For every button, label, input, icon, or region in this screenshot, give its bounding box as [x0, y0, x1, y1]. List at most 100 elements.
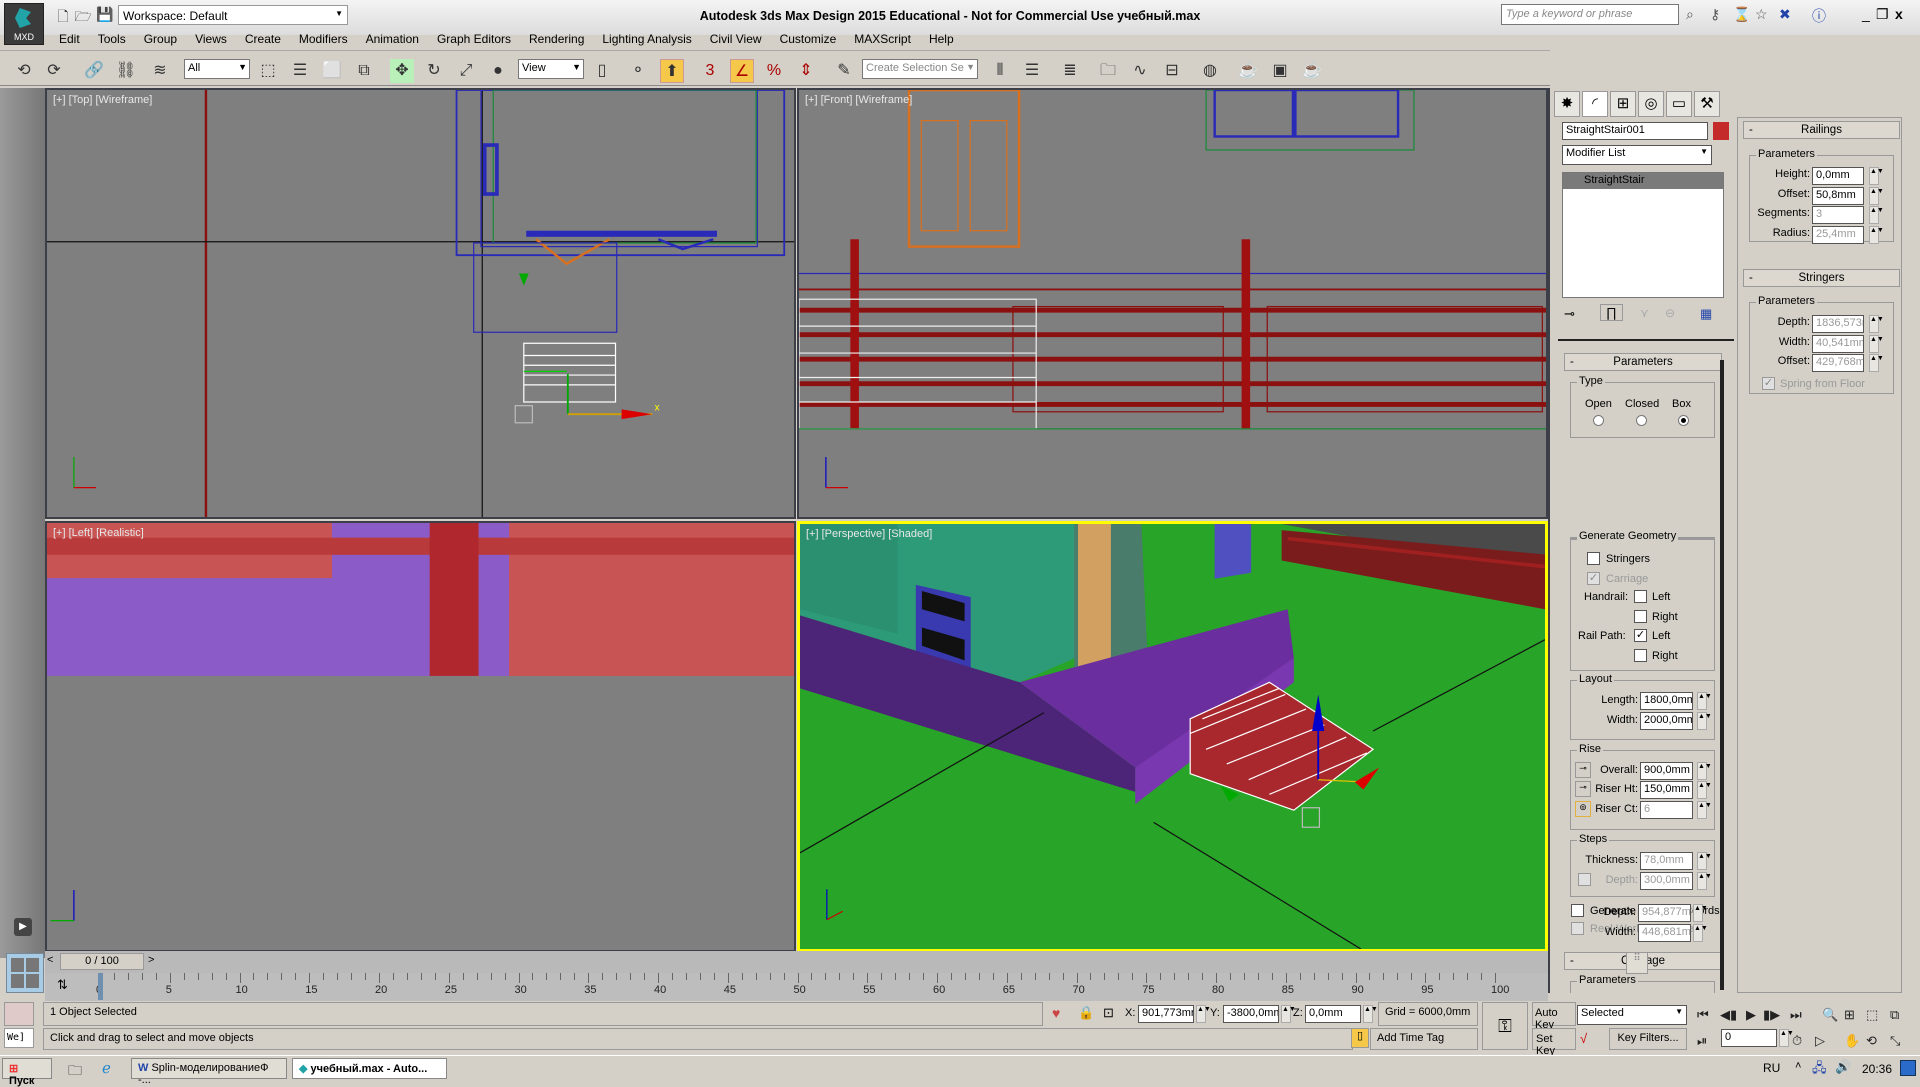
menu-civil-view[interactable]: Civil View — [701, 30, 771, 48]
percent-snap-icon[interactable]: % — [762, 59, 786, 83]
thickness-field[interactable]: 78,0mm — [1640, 852, 1693, 870]
type-open-radio[interactable] — [1593, 415, 1604, 426]
viewport-top[interactable]: [+] [Top] [Wireframe] x — [45, 88, 796, 519]
redo-icon[interactable]: ⟳ — [42, 59, 66, 83]
object-name-field[interactable]: StraightStair001 — [1562, 122, 1708, 140]
menu-group[interactable]: Group — [135, 30, 186, 48]
carriage-options-icon[interactable]: ⠿ — [1626, 952, 1648, 974]
thickness-spinner[interactable]: ▲▼ — [1697, 852, 1712, 870]
key-mode-dropdown[interactable]: Selected ▼ — [1577, 1005, 1687, 1025]
undo-icon[interactable]: ⟲ — [12, 59, 36, 83]
pan-view-icon[interactable]: ✋ — [1844, 1033, 1860, 1049]
go-to-start-icon[interactable]: ⏮ — [1697, 1007, 1709, 1023]
stringer-offset-spinner[interactable]: ▲▼ — [1869, 354, 1884, 372]
carriage-width-spinner[interactable]: ▲▼ — [1693, 924, 1708, 942]
length-spinner[interactable]: ▲▼ — [1697, 692, 1712, 710]
save-icon[interactable]: 💾 — [96, 6, 114, 24]
carriage-width-field[interactable]: 448,681m — [1638, 924, 1691, 942]
start-button[interactable]: ⊞ Пуск — [2, 1058, 52, 1087]
modifier-list-dropdown[interactable]: Modifier List ▼ — [1562, 145, 1712, 165]
restore-button[interactable]: ❐ — [1876, 6, 1889, 23]
carriage-depth-spinner[interactable]: ▲▼ — [1693, 904, 1708, 922]
open-file-icon[interactable]: 🗁 — [74, 6, 92, 24]
menu-create[interactable]: Create — [236, 30, 290, 48]
next-frame-icon[interactable]: ▮▶ — [1763, 1007, 1780, 1023]
explorer-icon[interactable]: 🗀 — [68, 1060, 82, 1084]
type-box-radio[interactable] — [1678, 415, 1689, 426]
railing-offset-field[interactable]: 50,8mm — [1812, 187, 1864, 205]
menu-modifiers[interactable]: Modifiers — [290, 30, 357, 48]
length-field[interactable]: 1800,0mm — [1640, 692, 1693, 710]
width-field[interactable]: 2000,0mm — [1640, 712, 1693, 730]
close-button[interactable]: x — [1895, 6, 1903, 22]
align-icon[interactable]: ☰ — [1020, 59, 1044, 83]
configure-modifier-sets-icon[interactable]: ▦ — [1700, 306, 1712, 322]
menu-tools[interactable]: Tools — [89, 30, 135, 48]
stringer-depth-spinner[interactable]: ▲▼ — [1869, 315, 1884, 333]
volume-icon[interactable]: 🔊 — [1835, 1059, 1851, 1075]
overall-lock-icon[interactable]: ⊸ — [1575, 762, 1591, 778]
menu-views[interactable]: Views — [186, 30, 236, 48]
viewport-label[interactable]: [+] [Top] [Wireframe] — [53, 94, 152, 106]
overall-spinner[interactable]: ▲▼ — [1697, 762, 1712, 780]
stringer-width-spinner[interactable]: ▲▼ — [1869, 335, 1884, 353]
rail-path-left-checkbox[interactable]: ✓ — [1634, 629, 1647, 642]
clock[interactable]: 20:36 — [1862, 1062, 1892, 1076]
menu-edit[interactable]: Edit — [50, 30, 89, 48]
manipulate-icon[interactable]: ⚬ — [626, 59, 650, 83]
orbit-icon[interactable]: ⟲ — [1866, 1033, 1877, 1049]
menu-rendering[interactable]: Rendering — [520, 30, 593, 48]
type-closed-radio[interactable] — [1636, 415, 1647, 426]
y-coordinate-field[interactable]: -3800,0mm — [1223, 1005, 1279, 1023]
parameters-rollout-header[interactable]: - Parameters — [1564, 353, 1722, 371]
current-frame-marker[interactable] — [98, 973, 103, 1000]
hierarchy-tab-icon[interactable]: ⊞ — [1610, 91, 1636, 117]
time-configuration-icon[interactable]: ⏱ — [1792, 1033, 1802, 1049]
menu-animation[interactable]: Animation — [357, 30, 428, 48]
railing-radius-spinner[interactable]: ▲▼ — [1869, 226, 1884, 244]
riser-ct-spinner[interactable]: ▲▼ — [1697, 801, 1712, 819]
maxscript-listener-swatch[interactable] — [4, 1002, 34, 1026]
menu-help[interactable]: Help — [920, 30, 963, 48]
show-desktop-icon[interactable] — [1900, 1060, 1916, 1076]
bind-space-warp-icon[interactable]: ≋ — [148, 59, 172, 83]
display-tab-icon[interactable]: ▭ — [1666, 91, 1692, 117]
language-indicator[interactable]: RU — [1763, 1061, 1780, 1075]
spinner-snap-icon[interactable]: ⇕ — [794, 59, 818, 83]
set-key-button[interactable]: Set Key — [1532, 1028, 1576, 1057]
create-tab-icon[interactable]: ✸ — [1554, 91, 1580, 117]
snaps-toggle-icon[interactable]: 3 — [698, 59, 722, 83]
railing-offset-spinner[interactable]: ▲▼ — [1869, 187, 1884, 205]
current-frame-spinner[interactable]: ▲▼ — [1779, 1029, 1794, 1047]
edit-named-selection-icon[interactable]: ✎ — [832, 59, 856, 83]
select-and-scale-icon[interactable]: ⤢ — [454, 59, 478, 83]
absolute-mode-icon[interactable]: ⊡ — [1103, 1005, 1114, 1021]
generate-mapping-checkbox[interactable] — [1571, 904, 1584, 917]
expand-layout-tab-icon[interactable]: ▶ — [14, 918, 32, 936]
stringer-offset-field[interactable]: 429,768m — [1812, 354, 1864, 372]
step-depth-spinner[interactable]: ▲▼ — [1697, 872, 1712, 890]
z-spinner[interactable]: ▲▼ — [1363, 1005, 1378, 1023]
x-coordinate-field[interactable]: 901,773mr — [1138, 1005, 1194, 1023]
time-tag-icon[interactable]: ▯ — [1351, 1028, 1369, 1048]
railing-segments-spinner[interactable]: ▲▼ — [1869, 206, 1884, 224]
reference-coordinate-dropdown[interactable]: View — [518, 59, 584, 79]
binoculars-icon[interactable]: ⌕ — [1686, 6, 1694, 23]
minimize-button[interactable]: _ — [1862, 6, 1870, 22]
select-and-rotate-icon[interactable]: ↻ — [422, 59, 446, 83]
utilities-tab-icon[interactable]: ⚒ — [1694, 91, 1720, 117]
field-of-view-icon[interactable]: ▷ — [1815, 1033, 1825, 1049]
pivot-center-icon[interactable]: ▯ — [590, 59, 614, 83]
internet-explorer-icon[interactable]: ℯ — [102, 1059, 111, 1077]
window-crossing-icon[interactable]: ⧉ — [352, 59, 376, 83]
maximize-viewport-icon[interactable]: ⤡ — [1890, 1033, 1900, 1049]
previous-frame-icon[interactable]: ◀▮ — [1720, 1007, 1737, 1023]
keyboard-shortcut-override-icon[interactable]: ⬆ — [660, 59, 684, 83]
overall-field[interactable]: 900,0mm — [1640, 762, 1693, 780]
riser-ht-lock-icon[interactable]: ⊸ — [1575, 781, 1591, 797]
rectangular-selection-icon[interactable]: ⬜ — [320, 59, 344, 83]
angle-snap-icon[interactable]: ∠ — [730, 59, 754, 83]
zoom-icon[interactable]: 🔍 — [1822, 1007, 1838, 1023]
zoom-extents-icon[interactable]: ⬚ — [1866, 1007, 1878, 1023]
stringers-rollout-header[interactable]: - Stringers — [1743, 269, 1900, 287]
